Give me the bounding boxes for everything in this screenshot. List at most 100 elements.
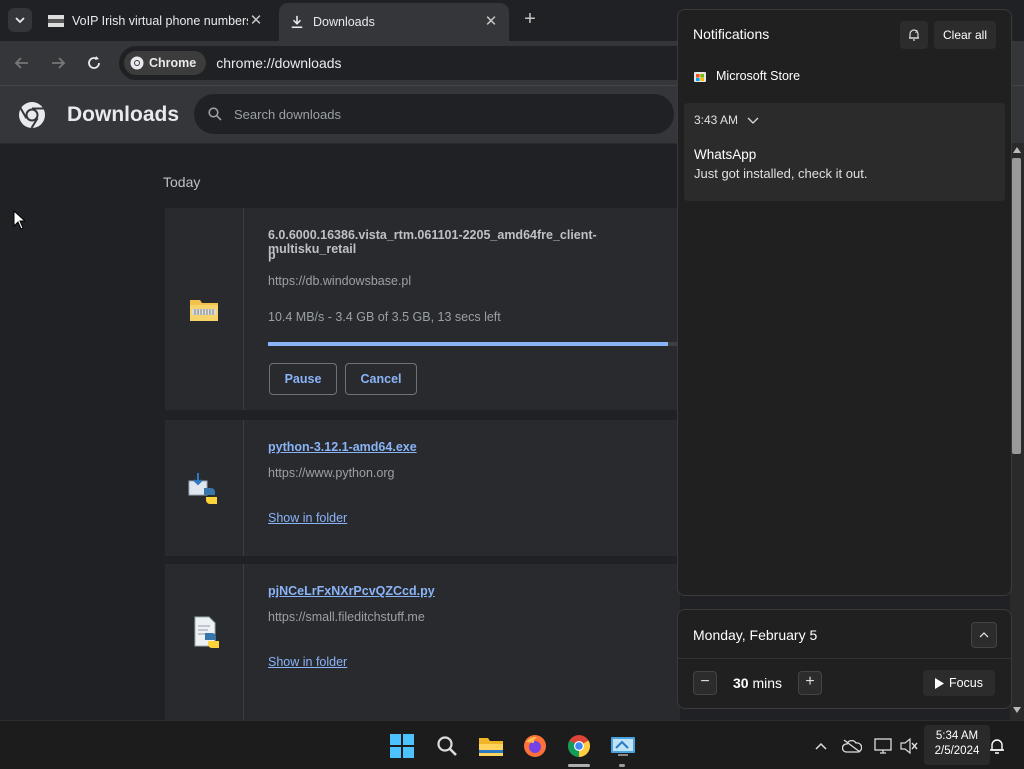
chip-label: Chrome (149, 56, 197, 70)
search-icon (437, 736, 457, 756)
start-button[interactable] (389, 733, 415, 759)
notification-body: Just got installed, check it out. (694, 166, 868, 181)
page-title: Downloads (67, 103, 180, 126)
tab-title: VoIP Irish virtual phone numbers (72, 14, 248, 28)
cancel-button[interactable]: Cancel (345, 363, 417, 395)
notification-time-text: 3:43 AM (694, 113, 739, 127)
focus-duration-value: 30 (733, 675, 749, 691)
download-item: python-3.12.1-amd64.exe https://www.pyth… (165, 420, 680, 556)
folder-icon (479, 738, 503, 756)
scrollbar-thumb[interactable] (1012, 158, 1021, 454)
microsoft-store-icon (694, 72, 706, 82)
progress-bar-fill (268, 342, 668, 346)
clear-all-button[interactable]: Clear all (934, 21, 996, 49)
focus-start-button[interactable]: Focus (923, 670, 995, 696)
chevron-down-icon (747, 117, 759, 124)
windows-taskbar: 5:34 AM 2/5/2024 (0, 720, 1024, 769)
url-text[interactable]: chrome://downloads (216, 55, 341, 71)
close-tab-icon[interactable]: ✕ (248, 13, 264, 29)
taskbar-clock[interactable]: 5:34 AM 2/5/2024 (926, 729, 988, 759)
notification-center: Notifications z Clear all Microsoft Stor… (677, 9, 1012, 596)
scroll-up-icon[interactable] (1013, 147, 1021, 153)
notifications-button[interactable] (988, 733, 1006, 759)
download-status: 10.4 MB/s - 3.4 GB of 3.5 GB, 13 secs le… (268, 310, 501, 324)
mouse-cursor-icon (13, 210, 25, 230)
focus-duration-unit: mins (752, 675, 783, 691)
calendar-focus-panel: Monday, February 5 − 30 mins + Focus (677, 609, 1012, 709)
address-bar[interactable]: Chrome chrome://downloads (119, 46, 719, 80)
volume-button[interactable] (896, 733, 922, 759)
taskbar-search-button[interactable] (434, 733, 460, 759)
file-source-url: https://db.windowsbase.pl (268, 274, 412, 288)
monitor-network-icon (874, 738, 892, 754)
file-name-link[interactable]: pjNCeLrFxNXrPcvQZCcd.py (268, 584, 435, 598)
chrome-taskbar-button[interactable] (566, 733, 592, 759)
divider (678, 658, 1011, 659)
notification-card[interactable]: 3:43 AM WhatsApp Just got installed, che… (684, 103, 1005, 201)
play-icon (934, 677, 944, 689)
close-tab-icon[interactable]: ✕ (483, 14, 499, 30)
arrow-left-icon (14, 57, 28, 69)
forward-button[interactable] (46, 51, 70, 75)
file-name[interactable]: pjNCeLrFxNXrPcvQZCcd.py (268, 584, 435, 598)
file-name[interactable]: python-3.12.1-amd64.exe (268, 440, 417, 454)
scroll-down-icon[interactable] (1013, 707, 1021, 713)
focus-duration: 30 mins (733, 675, 782, 691)
do-not-disturb-button[interactable]: z (900, 21, 928, 49)
show-in-folder-link[interactable]: Show in folder (268, 655, 347, 669)
onedrive-button[interactable] (839, 733, 865, 759)
firefox-button[interactable] (522, 733, 548, 759)
svg-text:z: z (915, 29, 918, 35)
file-source-url: https://www.python.org (268, 466, 395, 480)
download-icon (291, 15, 303, 29)
tab-search-button[interactable] (8, 8, 32, 32)
pause-button[interactable]: Pause (269, 363, 337, 395)
search-placeholder: Search downloads (234, 106, 341, 122)
tab-title: Downloads (313, 15, 375, 29)
tab-downloads[interactable]: Downloads ✕ (279, 3, 509, 41)
file-explorer-button[interactable] (478, 733, 504, 759)
reload-icon (88, 56, 100, 69)
site-favicon-icon (48, 15, 64, 27)
collapse-calendar-button[interactable] (971, 622, 997, 648)
bell-snooze-icon: z (909, 29, 919, 41)
file-name-link[interactable]: python-3.12.1-amd64.exe (268, 440, 417, 454)
notification-heading: WhatsApp (694, 147, 757, 162)
file-name: 6.0.6000.16386.vista_rtm.061101-2205_amd… (268, 228, 597, 256)
increase-focus-button[interactable]: + (798, 671, 822, 695)
chrome-logo-icon (19, 102, 45, 129)
notification-center-title: Notifications (693, 26, 770, 42)
date-section-label: Today (163, 174, 201, 190)
chevron-down-icon (15, 16, 25, 23)
notification-app-header: Microsoft Store (693, 69, 800, 83)
chevron-up-icon (979, 632, 989, 638)
search-icon (208, 107, 222, 121)
search-input[interactable]: Search downloads (194, 94, 674, 134)
show-in-folder-link[interactable]: Show in folder (268, 511, 347, 525)
arrow-right-icon (52, 57, 66, 69)
python-installer-icon (188, 473, 217, 504)
calendar-date: Monday, February 5 (693, 627, 818, 643)
back-button[interactable] (10, 51, 34, 75)
notification-time[interactable]: 3:43 AM (694, 113, 759, 127)
file-source-url: https://small.fileditchstuff.me (268, 610, 425, 624)
new-tab-button[interactable]: + (518, 8, 542, 32)
windows-logo-icon (390, 734, 414, 758)
python-file-icon (194, 616, 219, 648)
firefox-icon (524, 735, 546, 757)
chrome-logo-icon (130, 56, 144, 70)
tab-voip[interactable]: VoIP Irish virtual phone numbers ✕ (38, 6, 274, 36)
zip-folder-icon (190, 300, 218, 321)
show-hidden-icons-button[interactable] (808, 733, 834, 759)
decrease-focus-button[interactable]: − (693, 671, 717, 695)
cloud-offline-icon (842, 739, 862, 753)
download-item: 6.0.6000.16386.vista_rtm.061101-2205_amd… (165, 208, 680, 410)
site-info-chip[interactable]: Chrome (124, 51, 207, 75)
active-app-indicator (568, 764, 590, 767)
progress-bar (268, 342, 680, 346)
network-button[interactable] (870, 733, 896, 759)
reload-button[interactable] (82, 51, 106, 75)
clock-time: 5:34 AM (935, 730, 979, 742)
download-item: pjNCeLrFxNXrPcvQZCcd.py https://small.fi… (165, 564, 680, 720)
remote-desktop-button[interactable] (610, 733, 636, 759)
